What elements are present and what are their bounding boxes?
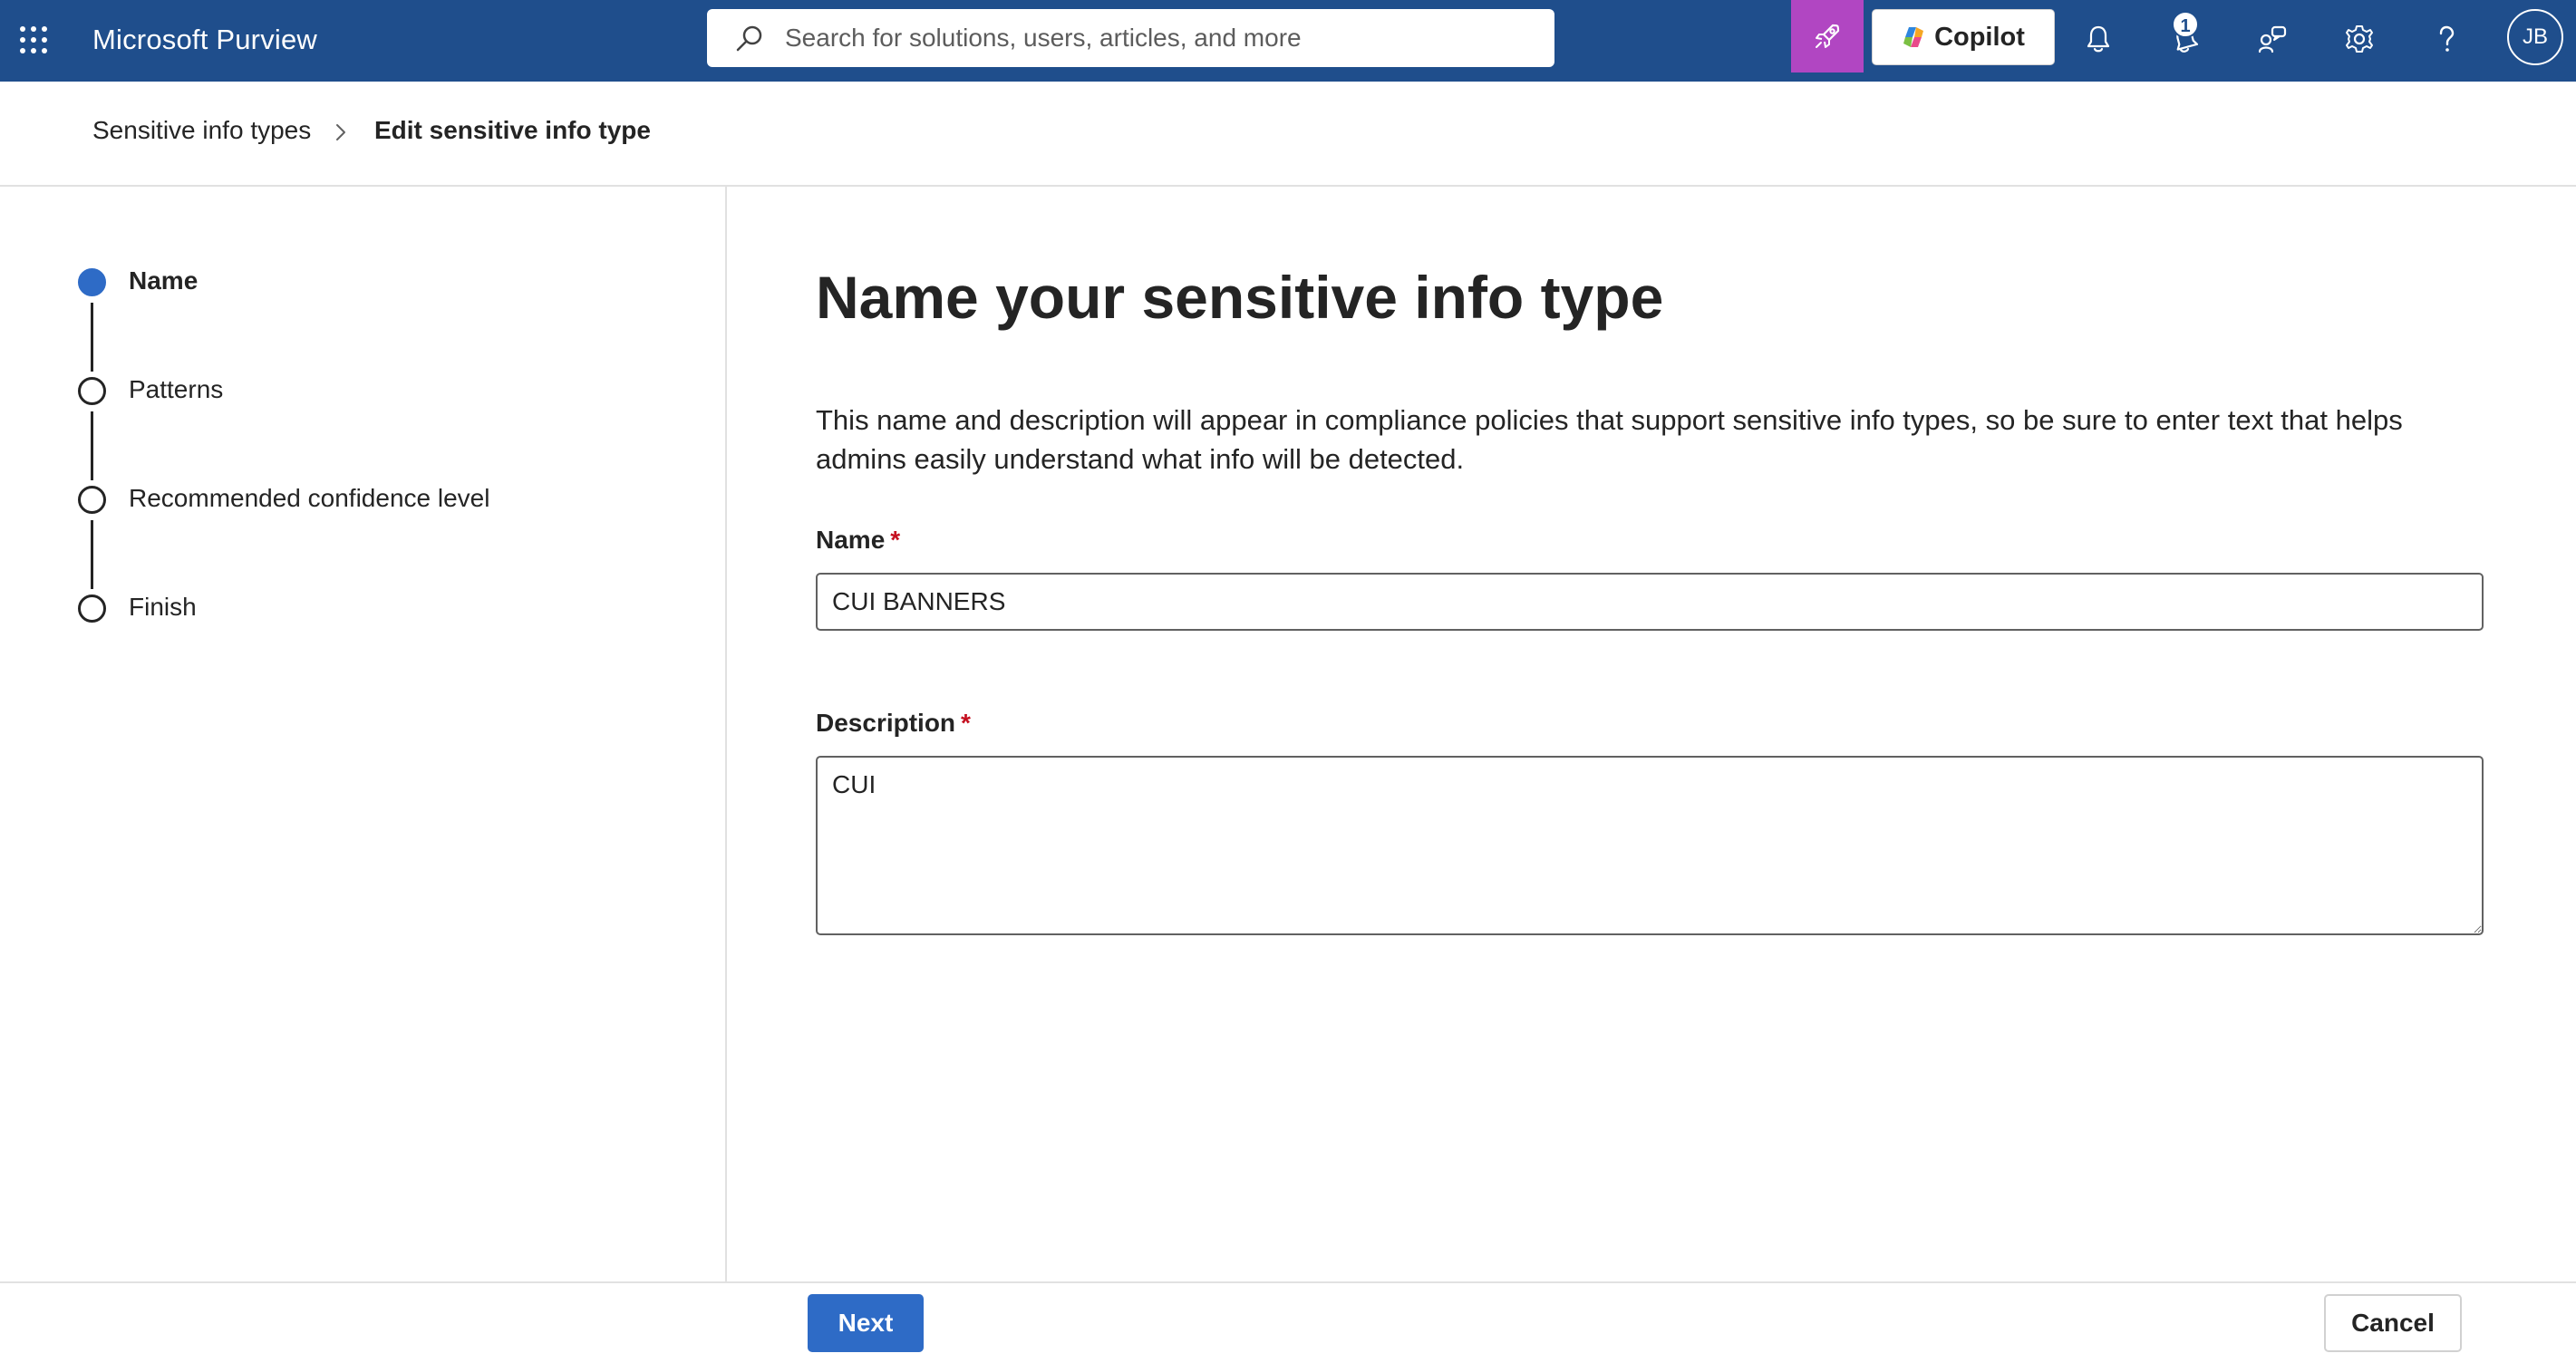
description-textarea[interactable]: CUI bbox=[816, 756, 2484, 935]
next-button[interactable]: Next bbox=[808, 1294, 924, 1352]
step-connector bbox=[91, 411, 93, 480]
cancel-button[interactable]: Cancel bbox=[2324, 1294, 2462, 1352]
step-indicator-active bbox=[78, 268, 106, 296]
rocket-button[interactable] bbox=[1791, 0, 1864, 72]
step-indicator bbox=[78, 594, 106, 623]
page-title: Name your sensitive info type bbox=[816, 264, 1664, 331]
name-field-label: Name * bbox=[816, 526, 900, 555]
app-launcher-icon[interactable] bbox=[16, 20, 51, 60]
feedback-icon[interactable] bbox=[2252, 18, 2293, 60]
step-connector bbox=[91, 520, 93, 589]
wizard-footer: Next Cancel bbox=[0, 1281, 2576, 1363]
required-marker: * bbox=[961, 709, 971, 737]
breadcrumb: Sensitive info types Edit sensitive info… bbox=[0, 82, 2576, 187]
top-bar: Microsoft Purview Copilot bbox=[0, 0, 2576, 82]
step-finish[interactable]: Finish bbox=[129, 593, 197, 622]
bell-icon[interactable] bbox=[2077, 18, 2119, 60]
app-title[interactable]: Microsoft Purview bbox=[92, 20, 317, 60]
rocket-icon bbox=[1816, 24, 1840, 48]
name-input[interactable] bbox=[816, 573, 2484, 631]
main-content: Name your sensitive info type This name … bbox=[729, 187, 2576, 1281]
step-patterns[interactable]: Patterns bbox=[129, 375, 223, 404]
page-description: This name and description will appear in… bbox=[816, 404, 2403, 475]
avatar[interactable]: JB bbox=[2507, 9, 2563, 65]
description-label-text: Description bbox=[816, 709, 956, 737]
name-label-text: Name bbox=[816, 526, 886, 554]
notification-badge: 1 bbox=[2172, 11, 2199, 38]
description-field-label: Description * bbox=[816, 709, 971, 738]
step-recommended-confidence-level[interactable]: Recommended confidence level bbox=[129, 484, 489, 513]
search-icon bbox=[736, 25, 762, 52]
breadcrumb-parent-link[interactable]: Sensitive info types bbox=[92, 116, 311, 145]
step-name[interactable]: Name bbox=[129, 266, 198, 295]
step-indicator bbox=[78, 377, 106, 405]
search-box[interactable] bbox=[707, 9, 1554, 67]
wizard-stepper: Name Patterns Recommended confidence lev… bbox=[0, 187, 727, 1281]
copilot-label: Copilot bbox=[1934, 22, 2025, 52]
chevron-right-icon bbox=[336, 124, 345, 140]
search-input[interactable] bbox=[785, 16, 1528, 60]
required-marker: * bbox=[890, 526, 901, 554]
step-indicator bbox=[78, 486, 106, 514]
step-connector bbox=[91, 303, 93, 372]
copilot-logo-icon bbox=[1903, 27, 1924, 47]
breadcrumb-current: Edit sensitive info type bbox=[374, 116, 651, 144]
help-icon[interactable] bbox=[2426, 18, 2467, 60]
gear-icon[interactable] bbox=[2339, 18, 2380, 60]
copilot-button[interactable]: Copilot bbox=[1872, 9, 2055, 65]
